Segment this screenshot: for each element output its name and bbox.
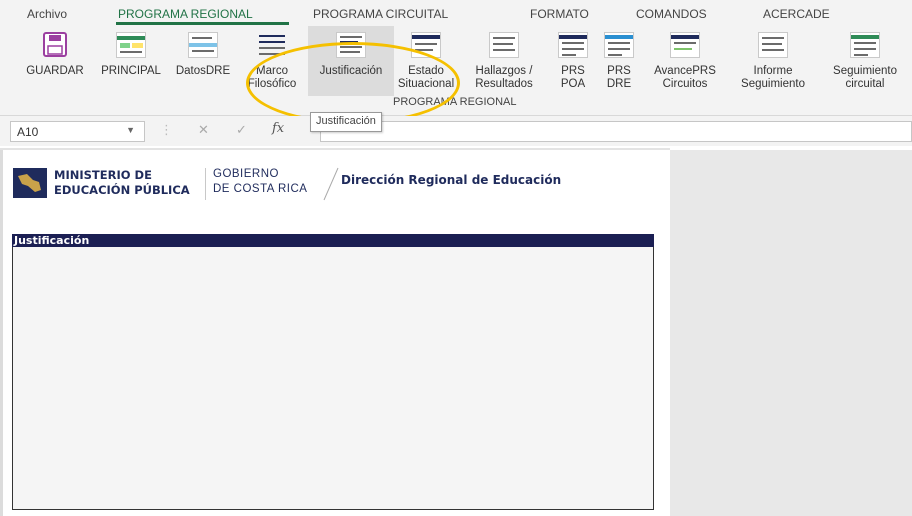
prs-poa-label-line1: PRS [561, 65, 585, 77]
document-thumbnail-icon [257, 32, 287, 58]
table-thumbnail-icon [604, 32, 634, 58]
avanceprs-label-line2: Circuitos [662, 78, 708, 90]
function-icon[interactable]: fx [272, 121, 284, 136]
formula-input[interactable] [320, 121, 912, 142]
prs-poa-label-line2: POA [560, 78, 586, 90]
hallazgos-resultados-button[interactable]: Hallazgos / Resultados [458, 26, 550, 96]
table-thumbnail-icon [850, 32, 880, 58]
hallazgos-label-line2: Resultados [475, 78, 533, 90]
formula-bar: A10 ▼ ⋮ ✕ ✓ fx [0, 116, 912, 146]
section-header: Justificación [12, 234, 654, 247]
active-tab-indicator [116, 22, 289, 25]
cancel-icon[interactable]: ✕ [198, 122, 209, 138]
seguimiento-circuital-button[interactable]: Seguimiento circuital [820, 26, 910, 96]
tab-comandos[interactable]: COMANDOS [636, 7, 707, 21]
guardar-button[interactable]: GUARDAR [20, 26, 90, 96]
estado-label-line2: Situacional [397, 78, 455, 90]
informe-seguimiento-button[interactable]: Informe Seguimiento [728, 26, 818, 96]
tooltip: Justificación [310, 112, 382, 132]
table-thumbnail-icon [670, 32, 700, 58]
save-icon [40, 32, 70, 58]
document-thumbnail-icon [411, 32, 441, 58]
seguimiento-label-line1: Seguimiento [833, 65, 897, 77]
logo-text-line1: MINISTERIO DE [54, 168, 152, 182]
justificacion-button[interactable]: Justificación [308, 26, 394, 96]
avanceprs-label-line1: AvancePRS [654, 65, 716, 77]
tab-programa-regional[interactable]: PROGRAMA REGIONAL [118, 7, 253, 21]
dre-title: Dirección Regional de Educación [341, 173, 562, 187]
prs-poa-button[interactable]: PRS POA [552, 26, 594, 96]
prs-dre-label-line2: DRE [606, 78, 632, 90]
formula-buttons: ⋮ ✕ ✓ fx [160, 121, 310, 142]
datosdre-button[interactable]: DatosDRE [170, 26, 236, 96]
logo-divider [205, 168, 206, 200]
hallazgos-label-line1: Hallazgos / [475, 65, 533, 77]
tab-formato[interactable]: FORMATO [530, 7, 589, 21]
sheet-gray-area [670, 150, 912, 516]
principal-label: PRINCIPAL [101, 65, 161, 77]
avanceprs-circuitos-button[interactable]: AvancePRS Circuitos [646, 26, 724, 96]
ribbon-panel: GUARDAR PRINCIPAL DatosDRE Marco Filosófi… [0, 26, 912, 124]
sheet-top-border [0, 148, 670, 150]
name-box[interactable]: A10 ▼ [10, 121, 145, 142]
document-thumbnail-icon [758, 32, 788, 58]
marco-label-line2: Filosófico [247, 78, 297, 90]
justificacion-textbox[interactable] [12, 247, 654, 510]
sheet-left-border [0, 150, 3, 516]
slash-divider [323, 167, 339, 201]
prs-dre-button[interactable]: PRS DRE [596, 26, 642, 96]
tab-acercade[interactable]: ACERCADE [763, 7, 830, 21]
gobierno-text-line2: DE COSTA RICA [213, 183, 308, 195]
gobierno-text-line1: GOBIERNO [213, 168, 279, 180]
prs-dre-label-line1: PRS [607, 65, 631, 77]
mep-logo-icon [13, 168, 47, 198]
logo-text-line2: EDUCACIÓN PÚBLICA [54, 183, 190, 197]
marco-label-line1: Marco [256, 65, 288, 77]
tab-archivo[interactable]: Archivo [27, 7, 67, 21]
estado-label-line1: Estado [408, 65, 444, 77]
marco-filosofico-button[interactable]: Marco Filosófico [238, 26, 306, 96]
informe-label-line2: Seguimiento [741, 78, 805, 90]
document-thumbnail-icon [336, 32, 366, 58]
dashboard-thumbnail-icon [116, 32, 146, 58]
separator-dots-icon: ⋮ [160, 122, 173, 137]
enter-icon[interactable]: ✓ [236, 122, 247, 138]
name-box-value: A10 [17, 125, 39, 139]
chevron-down-icon[interactable]: ▼ [126, 125, 135, 135]
informe-label-line1: Informe [753, 65, 793, 77]
data-sheet-thumbnail-icon [188, 32, 218, 58]
datosdre-label: DatosDRE [175, 65, 231, 77]
justificacion-label: Justificación [319, 65, 383, 77]
estado-situacional-button[interactable]: Estado Situacional [396, 26, 456, 96]
principal-button[interactable]: PRINCIPAL [92, 26, 170, 96]
ribbon-tab-bar: Archivo PROGRAMA REGIONAL PROGRAMA CIRCU… [0, 0, 912, 26]
seguimiento-label-line2: circuital [845, 78, 885, 90]
ribbon-group-label: PROGRAMA REGIONAL [393, 96, 517, 108]
document-thumbnail-icon [489, 32, 519, 58]
table-thumbnail-icon [558, 32, 588, 58]
tab-programa-circuital[interactable]: PROGRAMA CIRCUITAL [313, 7, 448, 21]
guardar-label: GUARDAR [26, 65, 84, 77]
